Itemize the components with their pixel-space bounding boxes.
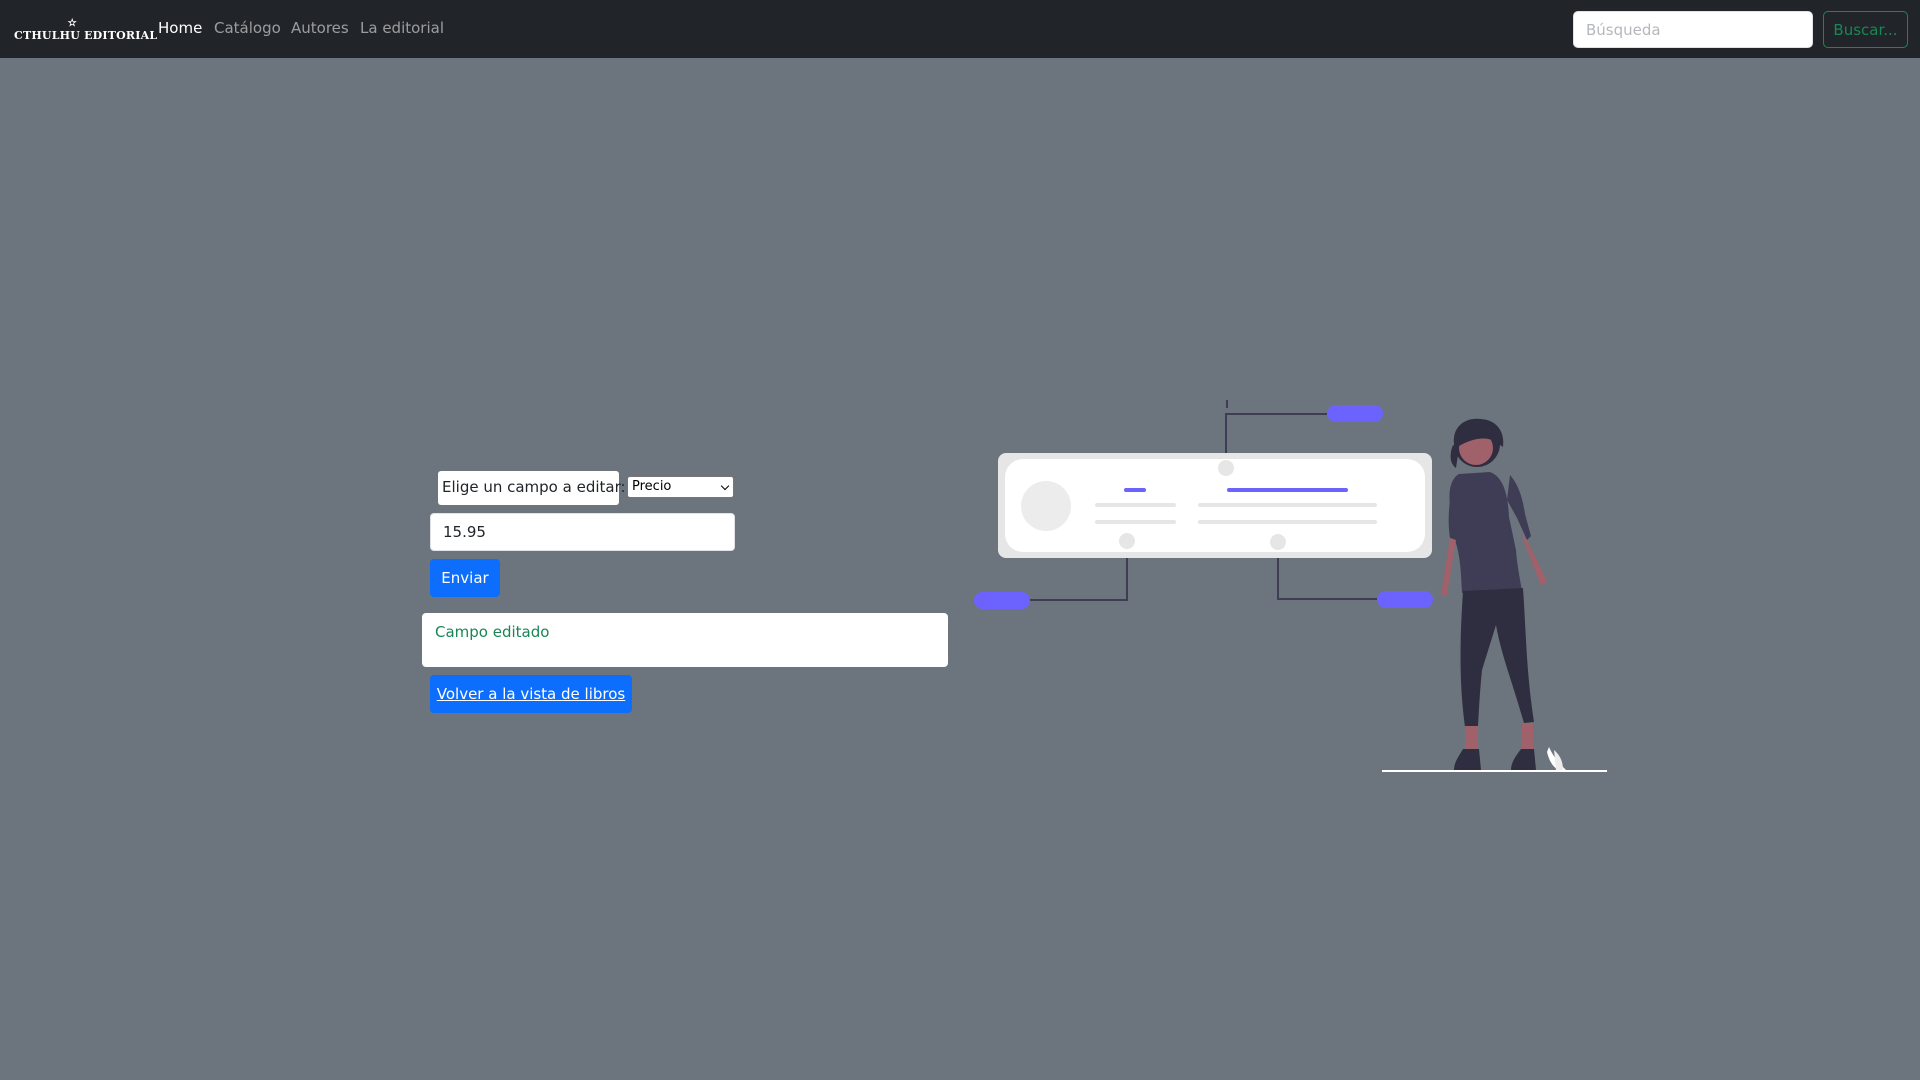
navbar: ✫ CTHULHU EDITORIAL Home Catálogo Autore… <box>0 0 1920 58</box>
field-select-value: Precio <box>632 479 672 494</box>
nav-link-autores[interactable]: Autores <box>291 19 349 37</box>
back-to-books-button[interactable]: Volver a la vista de libros <box>430 675 632 713</box>
field-select-label: Elige un campo a editar: <box>438 471 626 505</box>
search-button[interactable]: Buscar... <box>1823 11 1908 48</box>
form-illustration <box>974 400 1607 772</box>
nav-link-catalogo[interactable]: Catálogo <box>214 19 281 37</box>
chevron-down-icon <box>720 481 730 491</box>
nav-link-la-editorial[interactable]: La editorial <box>360 19 444 37</box>
brand-logo[interactable]: ✫ CTHULHU EDITORIAL <box>14 18 157 44</box>
value-input[interactable] <box>430 513 735 551</box>
card-graphic <box>998 453 1432 558</box>
nav-link-home[interactable]: Home <box>158 19 202 37</box>
submit-button[interactable]: Enviar <box>430 559 500 597</box>
field-select[interactable]: Precio <box>627 476 734 498</box>
status-message: Campo editado <box>422 613 948 667</box>
search-input[interactable] <box>1573 11 1813 48</box>
brand-name: CTHULHU EDITORIAL <box>14 29 158 42</box>
star-icon: ✫ <box>68 18 77 29</box>
